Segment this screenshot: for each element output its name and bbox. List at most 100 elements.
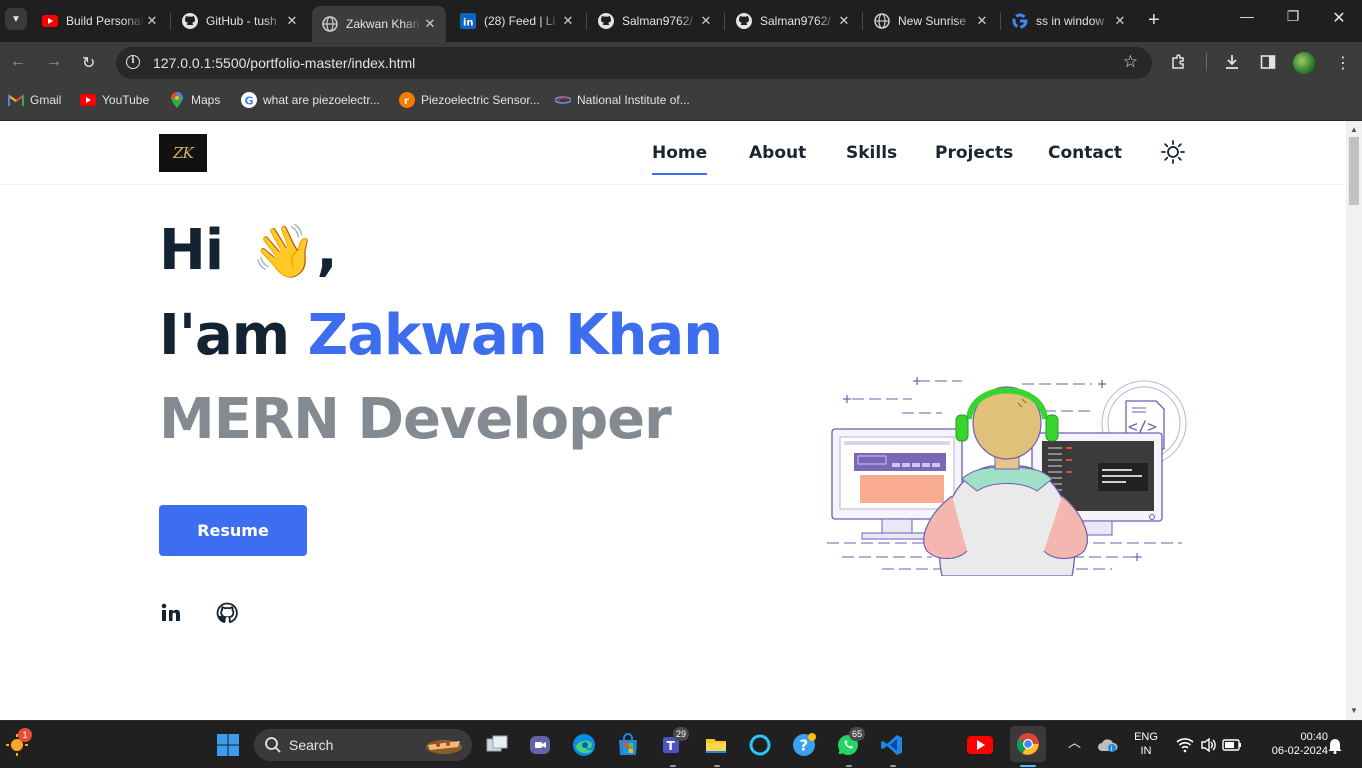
bookmark-gmail[interactable]: Gmail xyxy=(8,92,61,108)
kebab-menu-icon[interactable]: ⋮ xyxy=(1335,53,1351,73)
tab-divider xyxy=(862,12,863,30)
site-icon: r xyxy=(399,92,415,108)
browser-tab[interactable]: New Sunrise ✕ xyxy=(864,0,998,42)
clock[interactable]: 00:40 06-02-2024 xyxy=(1250,730,1328,758)
site-logo[interactable]: ZK xyxy=(159,134,207,172)
resume-button[interactable]: Resume xyxy=(159,505,307,556)
tab-divider xyxy=(170,12,171,30)
tab-search-button[interactable]: ▼ xyxy=(5,8,27,30)
minimize-icon[interactable]: — xyxy=(1224,8,1270,24)
extensions-puzzle-icon[interactable] xyxy=(1170,53,1188,76)
taskbar-search[interactable]: Search xyxy=(254,729,472,761)
side-panel-icon[interactable] xyxy=(1259,53,1277,76)
browser-tab[interactable]: Build Personal ✕ xyxy=(32,0,168,42)
greeting-comma: , xyxy=(316,218,337,283)
bookmark-youtube[interactable]: YouTube xyxy=(80,92,149,108)
edge-browser-icon[interactable] xyxy=(571,732,597,758)
address-bar[interactable]: i 127.0.0.1:5500/portfolio-master/index.… xyxy=(116,47,1152,79)
microsoft-store-icon[interactable] xyxy=(615,732,641,758)
github-icon[interactable] xyxy=(215,601,239,625)
nav-projects[interactable]: Projects xyxy=(935,143,1013,163)
vscode-icon[interactable] xyxy=(879,732,905,758)
browser-tab[interactable]: Salman9762/ ✕ xyxy=(726,0,860,42)
sun-theme-toggle-icon[interactable] xyxy=(1160,139,1186,165)
get-help-icon[interactable]: ? xyxy=(791,732,817,758)
scroll-up-arrow-icon[interactable]: ▲ xyxy=(1350,125,1358,134)
bookmark-label: YouTube xyxy=(102,93,150,107)
svg-text:G: G xyxy=(245,95,254,108)
bookmark-national-institute[interactable]: National Institute of... xyxy=(555,92,690,108)
browser-tab[interactable]: Salman9762/ ✕ xyxy=(588,0,722,42)
bookmark-piezo-search[interactable]: G what are piezoelectr... xyxy=(241,92,380,108)
restore-icon[interactable]: ❐ xyxy=(1270,8,1316,25)
tab-title: New Sunrise xyxy=(898,14,967,28)
running-indicator xyxy=(846,765,852,767)
profile-avatar[interactable] xyxy=(1293,52,1315,74)
clock-date: 06-02-2024 xyxy=(1271,745,1328,757)
svg-text:i: i xyxy=(1111,745,1113,753)
bookmark-star-icon[interactable]: ☆ xyxy=(1123,52,1138,72)
tab-divider xyxy=(1000,12,1001,30)
notification-bell-icon[interactable] xyxy=(1322,732,1348,758)
tray-overflow-chevron-icon[interactable]: ︿ xyxy=(1068,736,1081,750)
bookmark-maps[interactable]: Maps xyxy=(169,92,220,108)
google-icon: G xyxy=(241,92,257,108)
close-icon[interactable]: ✕ xyxy=(836,13,852,29)
task-view-icon[interactable] xyxy=(484,732,510,758)
browser-tab[interactable]: GitHub - tush ✕ xyxy=(172,0,308,42)
running-indicator xyxy=(890,765,896,767)
file-explorer-icon[interactable] xyxy=(703,732,729,758)
close-icon[interactable]: ✕ xyxy=(560,13,576,29)
download-icon[interactable] xyxy=(1223,53,1241,76)
tab-title: Zakwan Khan xyxy=(346,17,420,31)
youtube-app-icon[interactable] xyxy=(967,732,993,758)
onedrive-icon[interactable]: i xyxy=(1095,732,1121,758)
site-header: ZK Home About Skills Projects Contact xyxy=(0,121,1346,185)
teams-badge: 29 xyxy=(673,727,690,741)
browser-tab-active[interactable]: Zakwan Khan ✕ xyxy=(312,6,446,42)
youtube-icon xyxy=(80,92,96,108)
scrollbar-thumb[interactable] xyxy=(1349,137,1359,205)
nav-skills[interactable]: Skills xyxy=(846,143,897,163)
linkedin-icon[interactable] xyxy=(159,601,183,625)
site-info-icon[interactable]: i xyxy=(126,55,140,69)
reload-icon[interactable]: ↻ xyxy=(82,53,95,73)
browser-tab[interactable]: ss in window ✕ xyxy=(1002,0,1136,42)
browser-tab[interactable]: in (28) Feed | Li ✕ xyxy=(450,0,584,42)
tab-title: (28) Feed | Li xyxy=(484,14,556,28)
google-icon xyxy=(1012,13,1028,29)
nav-about[interactable]: About xyxy=(749,143,806,163)
windows-taskbar: 1 Search T 29 ? 65 ︿ i ENG IN 00:40 06-0… xyxy=(0,720,1362,768)
language-code: ENG xyxy=(1134,731,1158,743)
nav-contact[interactable]: Contact xyxy=(1048,143,1122,163)
forward-arrow-icon[interactable]: → xyxy=(46,53,62,71)
windows-start-icon[interactable] xyxy=(215,732,241,758)
back-arrow-icon[interactable]: ← xyxy=(10,53,26,71)
nav-home[interactable]: Home xyxy=(652,143,708,175)
close-icon[interactable]: ✕ xyxy=(1112,13,1128,29)
search-icon xyxy=(264,736,282,759)
chrome-app-icon[interactable] xyxy=(1010,726,1046,762)
close-icon[interactable]: ✕ xyxy=(698,13,714,29)
teams-chat-icon[interactable] xyxy=(527,732,553,758)
cortana-icon[interactable] xyxy=(747,732,773,758)
new-tab-plus-icon[interactable]: + xyxy=(1148,10,1160,30)
active-app-indicator xyxy=(1020,765,1036,767)
close-icon[interactable]: ✕ xyxy=(144,13,160,29)
tab-title: ss in window xyxy=(1036,14,1105,28)
notification-count-badge: 1 xyxy=(18,728,32,742)
close-icon[interactable]: ✕ xyxy=(284,13,300,29)
battery-icon[interactable] xyxy=(1219,732,1245,758)
language-indicator[interactable]: ENG IN xyxy=(1130,730,1162,758)
page-viewport: ZK Home About Skills Projects Contact Hi… xyxy=(0,121,1346,720)
page-scrollbar[interactable]: ▲ ▼ xyxy=(1346,121,1362,720)
close-icon[interactable]: ✕ xyxy=(422,16,438,32)
bookmarks-bar: Gmail YouTube Maps G what are piezoelect… xyxy=(0,84,1362,121)
bookmark-piezo-sensor[interactable]: r Piezoelectric Sensor... xyxy=(399,92,540,108)
hero-role: MERN Developer xyxy=(159,387,672,452)
wifi-icon[interactable] xyxy=(1172,732,1198,758)
url-text[interactable]: 127.0.0.1:5500/portfolio-master/index.ht… xyxy=(153,55,415,71)
window-close-icon[interactable]: ✕ xyxy=(1316,8,1362,28)
scroll-down-arrow-icon[interactable]: ▼ xyxy=(1350,706,1358,715)
close-icon[interactable]: ✕ xyxy=(974,13,990,29)
